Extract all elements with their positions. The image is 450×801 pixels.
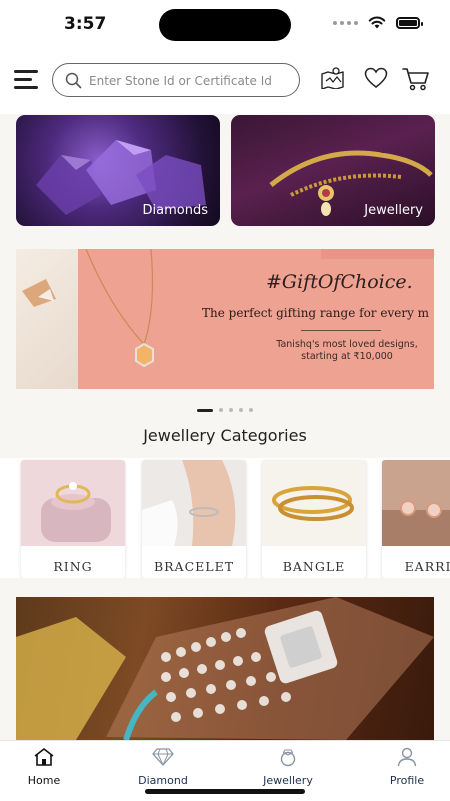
home-icon bbox=[34, 748, 54, 766]
search-bar[interactable] bbox=[52, 63, 300, 97]
banner-body: Tanishq's most loved designs, starting a… bbox=[272, 339, 422, 363]
status-icons bbox=[333, 16, 423, 29]
diamonds-tile[interactable]: Diamonds bbox=[16, 115, 220, 226]
section-title: Jewellery Categories bbox=[143, 426, 307, 445]
featured-ring-banner[interactable] bbox=[16, 597, 434, 740]
home-indicator[interactable] bbox=[145, 789, 305, 794]
nav-diamond-label: Diamond bbox=[138, 774, 188, 787]
category-label: BRACELET bbox=[153, 559, 235, 574]
promo-banner[interactable]: #GiftOfChoice. The perfect gifting range… bbox=[16, 249, 434, 389]
category-earring[interactable]: EARRIN bbox=[382, 460, 450, 578]
pager-dot[interactable] bbox=[249, 408, 253, 412]
pager-dot[interactable] bbox=[229, 408, 233, 412]
nav-jewellery[interactable]: Jewellery bbox=[248, 747, 328, 787]
categories-list: RING BRACELET BANGLE EARRIN bbox=[0, 458, 450, 578]
ring-image bbox=[21, 460, 125, 546]
battery-icon bbox=[396, 16, 423, 29]
pager-dot-active[interactable] bbox=[197, 408, 213, 412]
category-ring[interactable]: RING bbox=[21, 460, 125, 578]
profile-icon bbox=[397, 747, 417, 767]
pager-dot[interactable] bbox=[239, 408, 243, 412]
nav-profile[interactable]: Profile bbox=[367, 747, 447, 787]
category-label: BANGLE bbox=[282, 559, 346, 574]
nav-home-label: Home bbox=[27, 774, 61, 787]
menu-icon bbox=[14, 70, 38, 73]
pager-dot[interactable] bbox=[219, 408, 223, 412]
category-label: RING bbox=[53, 559, 93, 574]
nav-profile-label: Profile bbox=[389, 774, 425, 787]
category-label: EARRIN bbox=[404, 559, 450, 574]
wifi-icon bbox=[368, 16, 386, 29]
diamond-icon bbox=[152, 748, 174, 767]
cellular-signal-icon bbox=[333, 20, 358, 25]
banner-divider bbox=[301, 330, 381, 331]
banner-subtitle: The perfect gifting range for every m bbox=[202, 306, 430, 320]
status-time: 3:57 bbox=[64, 14, 107, 34]
nav-diamond[interactable]: Diamond bbox=[123, 747, 203, 787]
banner-body-line1: Tanishq's most loved designs, bbox=[276, 339, 418, 350]
dynamic-island bbox=[159, 9, 291, 41]
nav-home[interactable]: Home bbox=[4, 747, 84, 787]
bracelet-image bbox=[142, 460, 246, 546]
banner-body-line2: starting at ₹10,000 bbox=[301, 351, 393, 362]
ring-icon bbox=[280, 749, 296, 767]
category-bracelet[interactable]: BRACELET bbox=[142, 460, 246, 578]
bangle-image bbox=[262, 460, 366, 546]
featured-ring-image bbox=[16, 597, 434, 740]
menu-button[interactable] bbox=[14, 70, 38, 90]
map-icon[interactable] bbox=[320, 67, 345, 89]
jewellery-tile[interactable]: Jewellery bbox=[231, 115, 435, 226]
status-bar: 3:57 bbox=[0, 0, 450, 50]
category-bangle[interactable]: BANGLE bbox=[262, 460, 366, 578]
cart-icon[interactable] bbox=[402, 67, 430, 91]
search-icon bbox=[65, 72, 82, 89]
search-input[interactable] bbox=[87, 70, 291, 92]
carousel-pager bbox=[0, 408, 450, 412]
nav-jewellery-label: Jewellery bbox=[263, 774, 313, 787]
app-header bbox=[0, 50, 450, 114]
jewellery-tile-label: Jewellery bbox=[364, 203, 423, 218]
banner-title: #GiftOfChoice. bbox=[266, 271, 413, 293]
heart-icon[interactable] bbox=[364, 67, 388, 89]
diamonds-tile-label: Diamonds bbox=[142, 203, 208, 218]
earring-image bbox=[382, 460, 450, 546]
